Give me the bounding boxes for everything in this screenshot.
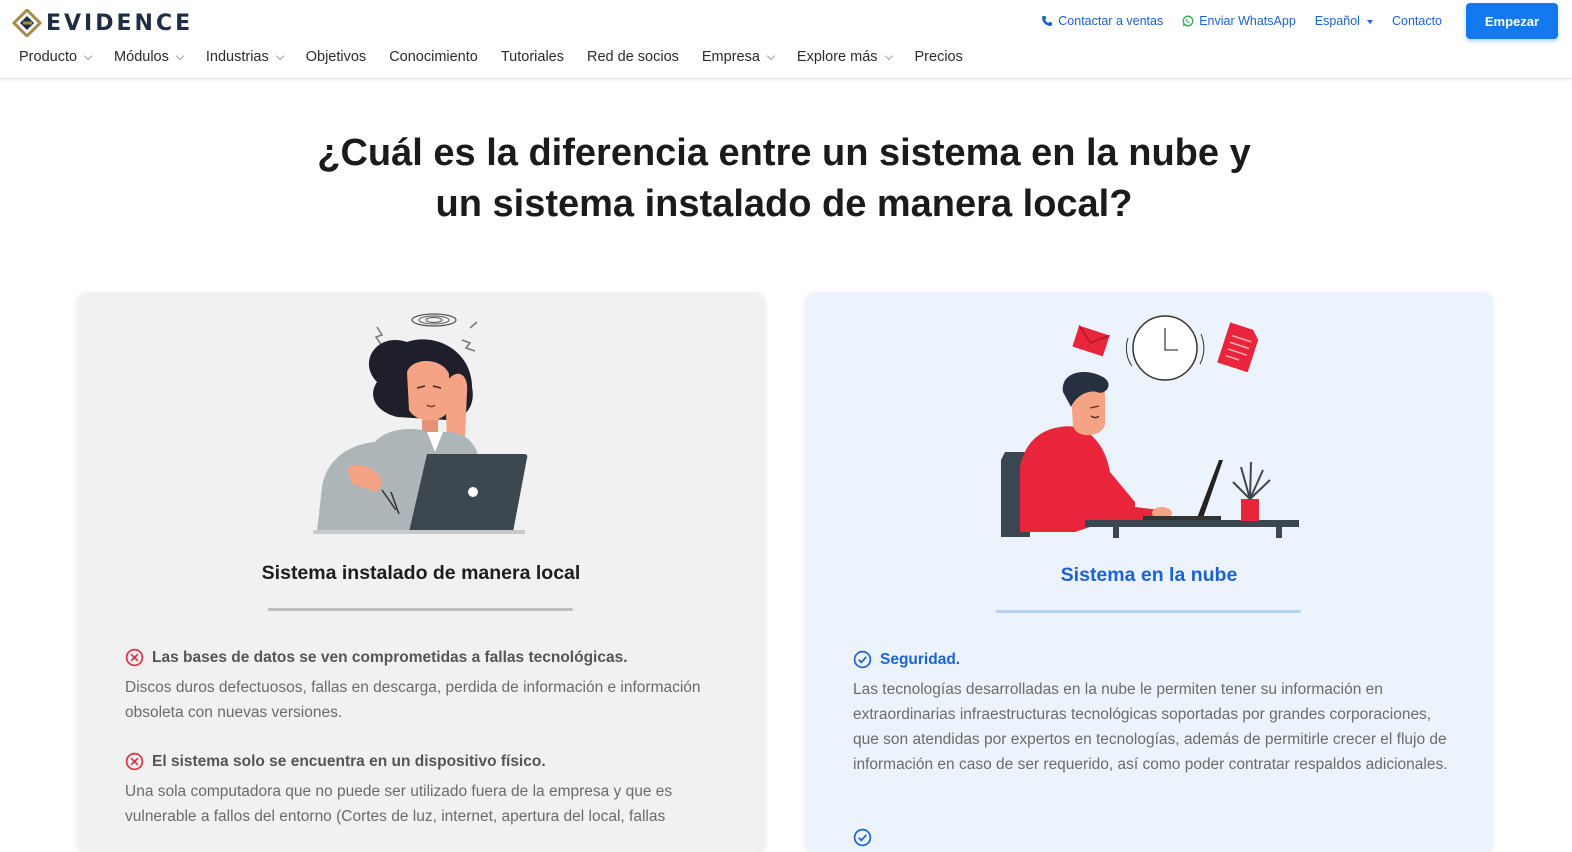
whatsapp-label: Enviar WhatsApp — [1199, 14, 1296, 28]
cloud-system-card: Sistema en la nube Seguridad. Las tecnol… — [805, 292, 1493, 852]
nav-label: Precios — [914, 49, 963, 65]
nav-label: Módulos — [114, 49, 169, 65]
chevron-down-icon — [884, 51, 893, 60]
check-circle-icon — [853, 650, 872, 669]
title-divider — [996, 610, 1301, 613]
main-nav: Producto Módulos Industrias Objetivos Co… — [19, 49, 986, 65]
feature-description: Discos duros defectuosos, fallas en desc… — [125, 679, 701, 721]
feature-description: Una sola computadora que no puede ser ut… — [125, 783, 673, 825]
page-title-line-2: un sistema instalado de manera local? — [435, 183, 1133, 225]
whatsapp-link[interactable]: Enviar WhatsApp — [1182, 14, 1296, 28]
page-title: ¿Cuál es la diferencia entre un sistema … — [0, 128, 1568, 230]
feature-description: Las tecnologías desarrolladas en la nube… — [853, 681, 1448, 773]
brand-logo[interactable]: EVIDENCE — [12, 9, 193, 37]
start-button[interactable]: Empezar — [1466, 3, 1558, 39]
whatsapp-icon — [1182, 15, 1194, 27]
feature-heading: Las bases de datos se ven comprometidas … — [125, 648, 725, 667]
contact-sales-label: Contactar a ventas — [1058, 14, 1164, 28]
nav-label: Tutoriales — [500, 49, 564, 65]
local-system-card: Sistema instalado de manera local Las ba… — [77, 292, 765, 852]
stressed-woman-laptop-illustration — [313, 313, 528, 534]
contact-link[interactable]: Contacto — [1392, 14, 1442, 28]
top-actions: Contactar a ventas Enviar WhatsApp Españ… — [1022, 3, 1558, 39]
check-circle-icon — [853, 828, 872, 847]
site-header: EVIDENCE Contactar a ventas Enviar Whats… — [0, 0, 1572, 79]
nav-item-industrias[interactable]: Industrias — [205, 49, 284, 65]
cloud-card-title: Sistema en la nube — [1060, 564, 1238, 586]
contact-sales-link[interactable]: Contactar a ventas — [1041, 14, 1163, 28]
nav-label: Industrias — [205, 49, 269, 65]
cloud-feature-item-partial — [853, 828, 1453, 847]
chevron-down-icon — [175, 51, 185, 60]
nav-item-producto[interactable]: Producto — [19, 49, 93, 65]
evidence-logo-icon — [12, 9, 42, 37]
nav-item-modulos[interactable]: Módulos — [114, 49, 185, 65]
chevron-down-icon — [83, 51, 93, 60]
page-title-line-1: ¿Cuál es la diferencia entre un sistema … — [317, 132, 1251, 174]
x-circle-icon — [125, 648, 144, 667]
nav-item-objetivos[interactable]: Objetivos — [306, 49, 366, 65]
chevron-down-icon — [275, 51, 284, 60]
feature-heading: Seguridad. — [853, 650, 1453, 669]
local-feature-item: El sistema solo se encuentra en un dispo… — [125, 752, 725, 829]
nav-label: Producto — [19, 49, 78, 65]
caret-down-icon — [1366, 19, 1373, 24]
contact-label: Contacto — [1391, 14, 1442, 28]
cloud-feature-item: Seguridad. Las tecnologías desarrolladas… — [853, 650, 1453, 777]
feature-title: Las bases de datos se ven comprometidas … — [152, 648, 628, 666]
phone-icon — [1042, 16, 1053, 26]
feature-heading — [853, 828, 1453, 847]
nav-item-tutoriales[interactable]: Tutoriales — [501, 49, 564, 65]
brand-name: EVIDENCE — [46, 10, 194, 36]
nav-item-conocimiento[interactable]: Conocimiento — [389, 49, 478, 65]
feature-heading: El sistema solo se encuentra en un dispo… — [125, 752, 725, 771]
title-divider — [268, 608, 573, 611]
man-working-laptop-illustration — [1001, 315, 1299, 538]
x-circle-icon — [125, 752, 144, 771]
nav-label: Objetivos — [305, 49, 367, 65]
language-label: Español — [1314, 14, 1360, 28]
nav-label: Red de socios — [587, 49, 679, 65]
nav-item-explore-mas[interactable]: Explore más — [796, 49, 893, 65]
feature-title: El sistema solo se encuentra en un dispo… — [152, 752, 546, 770]
nav-label: Explore más — [796, 49, 878, 65]
language-selector[interactable]: Español — [1315, 14, 1373, 28]
chevron-down-icon — [766, 51, 776, 60]
local-card-title: Sistema instalado de manera local — [261, 562, 581, 584]
nav-item-empresa[interactable]: Empresa — [701, 49, 776, 65]
nav-label: Conocimiento — [389, 49, 478, 65]
feature-title: Seguridad. — [880, 650, 961, 668]
nav-label: Empresa — [701, 49, 760, 65]
nav-item-red-de-socios[interactable]: Red de socios — [587, 49, 679, 65]
nav-item-precios[interactable]: Precios — [915, 49, 963, 65]
local-feature-item: Las bases de datos se ven comprometidas … — [125, 648, 725, 725]
